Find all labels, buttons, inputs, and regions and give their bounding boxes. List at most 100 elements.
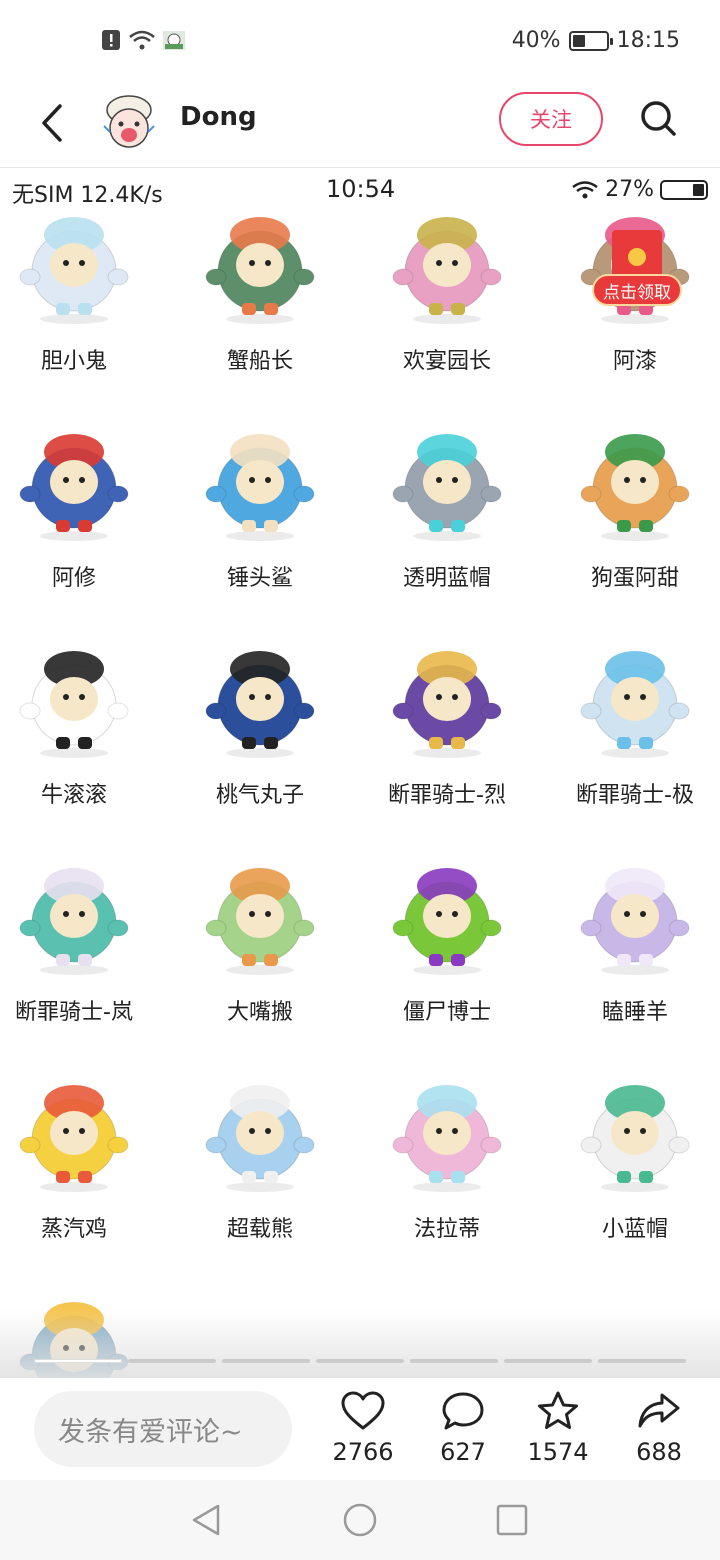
character-figure-icon: [573, 1071, 697, 1195]
like-button[interactable]: 2766: [318, 1390, 408, 1476]
character-item: 牛滚滚: [0, 627, 164, 827]
character-figure-icon: [198, 203, 322, 327]
character-item: 锤头鲨: [170, 410, 350, 610]
share-button[interactable]: 688: [614, 1390, 704, 1476]
post-header: Dong 关注: [0, 84, 720, 168]
character-figure-icon: [385, 854, 509, 978]
character-figure-icon: [573, 420, 697, 544]
avatar[interactable]: [96, 88, 162, 154]
character-name: 欢宴园长: [402, 349, 491, 374]
username[interactable]: Dong: [180, 102, 257, 132]
character-name: 瞌睡羊: [601, 1000, 668, 1025]
carousel-segment: [34, 1359, 122, 1363]
wifi-icon: [129, 30, 155, 50]
character-figure-icon: [573, 637, 697, 761]
character-figure-icon: [573, 854, 697, 978]
character-name: 小蓝帽: [601, 1217, 668, 1242]
character-name: 僵尸博士: [402, 1000, 491, 1025]
battery-percent: 40%: [511, 28, 561, 53]
character-name: 超载熊: [226, 1217, 293, 1242]
character-figure-icon: [12, 637, 136, 761]
character-figure-icon: [198, 854, 322, 978]
character-figure-icon: [12, 854, 136, 978]
image-carousel-indicator: [34, 1359, 686, 1363]
nav-back-icon[interactable]: [188, 1502, 224, 1538]
character-name: 蟹船长: [226, 349, 293, 374]
character-item: 蟹船长: [170, 193, 350, 393]
heart-icon: [341, 1391, 385, 1430]
character-name: 断罪骑士-烈: [388, 783, 506, 808]
character-item: 瞌睡羊: [545, 844, 720, 1044]
character-item: 胆小鬼: [0, 193, 164, 393]
character-name: 法拉蒂: [413, 1217, 480, 1242]
alert-icon: [102, 30, 120, 50]
character-item: 超载熊: [170, 1061, 350, 1261]
character-name: 大嘴搬: [226, 1000, 293, 1025]
character-figure-icon: [385, 1071, 509, 1195]
back-arrow-icon[interactable]: [34, 98, 74, 148]
status-right: 40% 18:15: [512, 28, 680, 53]
character-item: 僵尸博士: [357, 844, 537, 1044]
nav-recents-icon[interactable]: [494, 1502, 530, 1538]
character-figure-icon: [385, 420, 509, 544]
comment-bubble-icon: [442, 1392, 484, 1430]
comment-input[interactable]: 发条有爱评论~: [34, 1391, 292, 1467]
character-name: 锤头鲨: [226, 566, 293, 591]
post-image[interactable]: 无SIM 12.4K/s 10:54 27% 胆小鬼 蟹船长 欢宴园长 阿漆 阿修 锤头鲨…: [0, 169, 720, 1378]
system-nav-bar: [0, 1480, 720, 1560]
nav-home-icon[interactable]: [342, 1502, 378, 1538]
character-name: 透明蓝帽: [402, 566, 491, 591]
character-figure-icon: [12, 420, 136, 544]
carousel-segment: [598, 1359, 686, 1363]
app-notification-icon: [163, 31, 185, 50]
character-item: 断罪骑士-岚: [0, 844, 164, 1044]
character-item: 小蓝帽: [545, 1061, 720, 1261]
character-item: 桃气丸子: [170, 627, 350, 827]
share-arrow-icon: [638, 1393, 680, 1428]
search-icon[interactable]: [638, 98, 678, 138]
comment-count: 627: [440, 1438, 486, 1466]
character-name: 阿漆: [612, 349, 657, 374]
character-name: 断罪骑士-岚: [15, 1000, 133, 1025]
image-bottom-fade: [0, 1309, 720, 1378]
red-packet-widget[interactable]: 点击领取: [592, 230, 682, 310]
favorite-button[interactable]: 1574: [513, 1390, 603, 1476]
character-item: 断罪骑士-极: [545, 627, 720, 827]
carousel-segment: [128, 1359, 216, 1363]
character-figure-icon: [198, 1071, 322, 1195]
character-figure-icon: [198, 420, 322, 544]
red-packet-label: 点击领取: [592, 274, 682, 306]
character-item: 法拉蒂: [357, 1061, 537, 1261]
follow-button[interactable]: 关注: [499, 92, 603, 146]
share-count: 688: [636, 1438, 682, 1466]
carousel-segment: [504, 1359, 592, 1363]
character-item: 阿修: [0, 410, 164, 610]
clock: 18:15: [616, 28, 680, 53]
character-name: 狗蛋阿甜: [590, 566, 679, 591]
battery-icon: [568, 30, 613, 51]
like-count: 2766: [332, 1438, 394, 1466]
star-icon: [538, 1391, 578, 1429]
carousel-segment: [222, 1359, 310, 1363]
character-item: 断罪骑士-烈: [357, 627, 537, 827]
character-item: 欢宴园长: [357, 193, 537, 393]
character-figure-icon: [198, 637, 322, 761]
character-item: 透明蓝帽: [357, 410, 537, 610]
character-name: 牛滚滚: [40, 783, 107, 808]
character-figure-icon: [12, 203, 136, 327]
character-name: 桃气丸子: [215, 783, 304, 808]
status-bar: 40% 18:15: [0, 0, 720, 84]
character-name: 胆小鬼: [40, 349, 107, 374]
character-name: 阿修: [51, 566, 96, 591]
character-figure-icon: [385, 637, 509, 761]
carousel-segment: [410, 1359, 498, 1363]
carousel-segment: [316, 1359, 404, 1363]
character-item: 蒸汽鸡: [0, 1061, 164, 1261]
character-item: 狗蛋阿甜: [545, 410, 720, 610]
character-figure-icon: [12, 1071, 136, 1195]
comments-button[interactable]: 627: [418, 1390, 508, 1476]
character-item: 大嘴搬: [170, 844, 350, 1044]
action-bar: 发条有爱评论~ 2766 627 1574 688: [0, 1378, 720, 1480]
character-name: 断罪骑士-极: [576, 783, 694, 808]
status-icons: [100, 28, 186, 52]
